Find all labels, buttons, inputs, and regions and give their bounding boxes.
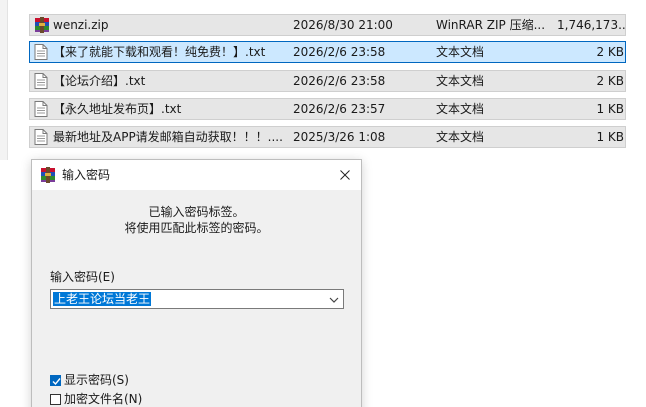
password-label: 输入密码(E) (50, 270, 115, 284)
file-row-wenzi-zip[interactable]: wenzi.zip 2026/8/30 21:00 WinRAR ZIP 压缩.… (29, 14, 626, 36)
text-file-icon (32, 127, 50, 147)
file-row-permanent-address-txt[interactable]: 【永久地址发布页】.txt 2026/2/6 23:57 文本文档 1 KB (29, 98, 626, 120)
chevron-down-icon (329, 297, 339, 303)
file-size: 1 KB (596, 102, 624, 116)
file-date: 2026/2/6 23:57 (293, 102, 386, 116)
file-name: wenzi.zip (53, 18, 109, 32)
file-type: WinRAR ZIP 压缩... (436, 18, 546, 32)
show-password-checkbox-row[interactable]: 显示密码(S) (50, 373, 129, 387)
file-size: 1 KB (596, 130, 624, 144)
checkmark-icon (52, 377, 61, 385)
navigation-pane-edge (0, 0, 8, 160)
file-date: 2026/2/6 23:58 (293, 74, 386, 88)
password-dialog: 输入密码 已输入密码标签。 将使用匹配此标签的密码。 输入密码(E) 上老王论坛… (31, 159, 362, 407)
file-date: 2026/8/30 21:00 (293, 18, 393, 32)
close-icon (340, 170, 350, 180)
encrypt-filenames-label: 加密文件名(N) (64, 392, 143, 406)
file-row-forum-intro-txt[interactable]: 【论坛介绍】.txt 2026/2/6 23:58 文本文档 2 KB (29, 70, 626, 92)
file-name: 【永久地址发布页】.txt (53, 102, 182, 116)
file-name: 【来了就能下载和观看！纯免费！】.txt (53, 45, 266, 59)
file-row-download-txt[interactable]: 【来了就能下载和观看！纯免费！】.txt 2026/2/6 23:58 文本文档… (29, 41, 626, 63)
password-input-value[interactable]: 上老王论坛当老王 (53, 292, 152, 306)
winrar-app-icon (40, 167, 56, 186)
file-row-latest-address-txt[interactable]: 最新地址及APP请发邮箱自动获取！！！.... 2025/3/26 1:08 文… (29, 126, 626, 148)
file-date: 2025/3/26 1:08 (293, 130, 386, 144)
file-size: 2 KB (596, 45, 624, 59)
dialog-message-line1: 已输入密码标签。 (148, 205, 245, 219)
show-password-checkbox[interactable] (50, 374, 61, 386)
dropdown-arrow-button[interactable] (329, 294, 339, 308)
encrypt-filenames-checkbox-row[interactable]: 加密文件名(N) (50, 392, 142, 406)
text-file-icon (32, 99, 50, 119)
text-file-icon (32, 42, 50, 62)
file-size: 2 KB (596, 74, 624, 88)
desktop: wenzi.zip 2026/8/30 21:00 WinRAR ZIP 压缩.… (0, 0, 646, 407)
file-date: 2026/2/6 23:58 (293, 45, 386, 59)
close-button[interactable] (329, 160, 361, 190)
dialog-titlebar[interactable]: 输入密码 (32, 160, 361, 190)
encrypt-filenames-checkbox[interactable] (50, 393, 61, 405)
dialog-title: 输入密码 (62, 168, 111, 182)
text-file-icon (32, 71, 50, 91)
file-size: 1,746,173... (557, 18, 625, 32)
winrar-archive-icon (32, 15, 50, 35)
file-name: 最新地址及APP请发邮箱自动获取！！！.... (53, 130, 283, 144)
dialog-message-line2: 将使用匹配此标签的密码。 (124, 221, 269, 235)
show-password-label: 显示密码(S) (64, 373, 129, 387)
file-name: 【论坛介绍】.txt (53, 74, 146, 88)
password-combobox[interactable]: 上老王论坛当老王 (50, 289, 344, 309)
